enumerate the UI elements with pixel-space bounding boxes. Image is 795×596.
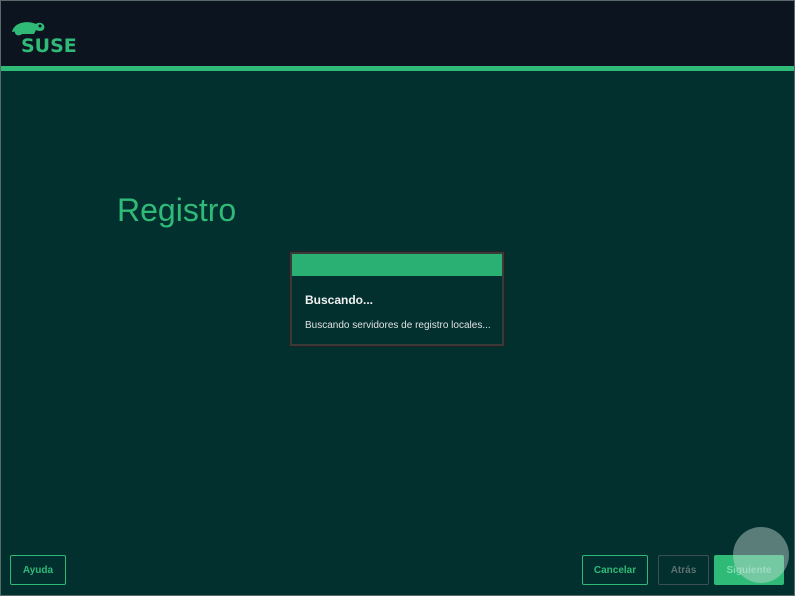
window-frame	[0, 0, 795, 596]
